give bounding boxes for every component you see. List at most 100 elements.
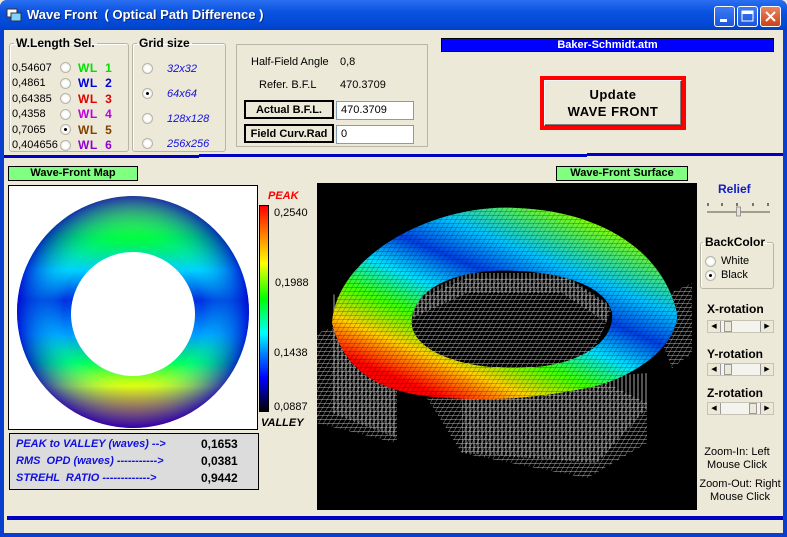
field-curv-rad-input[interactable]: 0 xyxy=(336,125,414,144)
wavelength-radio[interactable] xyxy=(60,124,71,135)
y-rotation-thumb[interactable] xyxy=(724,364,733,375)
wavelength-option[interactable]: 0,64385 WL 3 xyxy=(12,91,112,106)
wave-front-surface-title: Wave-Front Surface xyxy=(556,166,688,181)
minimize-icon xyxy=(720,19,727,22)
color-scale-bar xyxy=(259,205,269,412)
maximize-icon xyxy=(741,10,754,22)
close-icon xyxy=(765,11,776,22)
scale-valley-label: VALLEY xyxy=(261,417,304,429)
y-rotation-right-arrow[interactable]: ▶ xyxy=(760,364,773,375)
z-rotation-thumb[interactable] xyxy=(748,403,757,414)
wave-front-surface-view[interactable] xyxy=(317,183,697,510)
grid-size-radio[interactable] xyxy=(142,138,153,149)
field-curv-rad-label: Field Curv.Rad xyxy=(244,124,334,143)
z-rotation-scrollbar[interactable]: ◀ ▶ xyxy=(707,402,774,415)
half-field-angle-label: Half-Field Angle xyxy=(251,56,329,68)
y-rotation-label: Y-rotation xyxy=(707,347,763,361)
zoom-in-hint: Zoom-In: Left Mouse Click xyxy=(702,446,772,472)
x-rotation-left-arrow[interactable]: ◀ xyxy=(708,321,721,332)
maximize-button[interactable] xyxy=(737,6,758,27)
relief-label: Relief xyxy=(718,182,751,196)
grid-size-option[interactable]: 256x256 xyxy=(142,136,209,151)
grid-size-option[interactable]: 64x64 xyxy=(142,86,197,101)
update-wave-front-button[interactable]: Update WAVE FRONT xyxy=(544,80,682,126)
y-rotation-scrollbar[interactable]: ◀ ▶ xyxy=(707,363,774,376)
grid-size-option[interactable]: 128x128 xyxy=(142,111,209,126)
zoom-in-hint-line1: Zoom-In: Left xyxy=(704,446,770,458)
relief-slider-thumb[interactable] xyxy=(736,206,741,217)
wavelength-radio[interactable] xyxy=(60,93,71,104)
z-rotation-left-arrow[interactable]: ◀ xyxy=(708,403,721,414)
x-rotation-scrollbar[interactable]: ◀ ▶ xyxy=(707,320,774,333)
x-rotation-right-arrow[interactable]: ▶ xyxy=(760,321,773,332)
wavelength-option[interactable]: 0,7065 WL 5 xyxy=(12,122,112,137)
wave-front-ring-edge xyxy=(17,196,250,428)
x-rotation-thumb[interactable] xyxy=(724,321,733,332)
wavelength-radio[interactable] xyxy=(60,62,71,73)
peak-to-valley-value: 0,1653 xyxy=(201,437,238,451)
grid-size-radio[interactable] xyxy=(142,88,153,99)
wavelength-value: 0,7065 xyxy=(12,123,46,136)
grid-size-label: 32x32 xyxy=(167,62,197,75)
z-rotation-right-arrow[interactable]: ▶ xyxy=(760,403,773,414)
relief-slider[interactable] xyxy=(706,200,772,218)
wavelength-option[interactable]: 0,4861 WL 2 xyxy=(12,76,112,91)
wavelength-value: 0,4861 xyxy=(12,77,46,89)
strehl-ratio-label: STREHL RATIO -------------> xyxy=(16,472,157,484)
grid-size-label: 64x64 xyxy=(167,87,197,100)
wave-front-map[interactable] xyxy=(8,185,258,430)
top-divider-middle xyxy=(199,154,587,157)
grid-size-radio[interactable] xyxy=(142,113,153,124)
grid-size-label: 256x256 xyxy=(167,137,210,150)
zoom-in-hint-line2: Mouse Click xyxy=(707,459,767,471)
zoom-out-hint-line1: Zoom-Out: Right xyxy=(699,478,781,490)
backcolor-black-radio[interactable] xyxy=(705,269,716,281)
wave-front-map-image xyxy=(17,196,250,428)
backcolor-black-label: Black xyxy=(721,269,748,281)
z-rotation-label: Z-rotation xyxy=(707,386,763,400)
wavelength-radio[interactable] xyxy=(60,77,71,89)
wavelength-label: WL 4 xyxy=(78,107,113,121)
strehl-ratio-value: 0,9442 xyxy=(201,471,238,485)
grid-size-group-title: Grid size xyxy=(139,36,190,50)
zoom-out-hint-line2: Mouse Click xyxy=(710,491,770,503)
backcolor-white-option[interactable]: White xyxy=(705,255,749,267)
app-window: Wave Front ( Optical Path Difference ) W… xyxy=(0,0,787,537)
y-rotation-left-arrow[interactable]: ◀ xyxy=(708,364,721,375)
grid-size-radio[interactable] xyxy=(142,63,153,74)
close-button[interactable] xyxy=(760,6,781,27)
backcolor-group-title: BackColor xyxy=(705,235,766,249)
rms-opd-value: 0,0381 xyxy=(201,454,238,468)
minimize-button[interactable] xyxy=(714,6,735,27)
grid-size-label: 128x128 xyxy=(167,112,210,125)
wavelength-value: 0,4358 xyxy=(12,108,46,120)
wavelength-radio[interactable] xyxy=(60,139,71,151)
file-name-bar: Baker-Schmidt.atm xyxy=(441,38,774,52)
app-icon xyxy=(6,8,22,22)
title-bar[interactable]: Wave Front ( Optical Path Difference ) xyxy=(0,0,787,30)
update-button-line1: Update xyxy=(589,87,637,102)
scale-tick-1: 0,2540 xyxy=(274,207,308,219)
scale-tick-4: 0,0887 xyxy=(274,401,308,413)
bottom-divider xyxy=(7,516,783,520)
actual-bfl-input[interactable]: 470.3709 xyxy=(336,101,414,120)
half-field-angle-value: 0,8 xyxy=(340,56,356,68)
peak-to-valley-label: PEAK to VALLEY (waves) --> xyxy=(16,438,166,450)
wavelength-label: WL 2 xyxy=(78,76,113,90)
rms-opd-label: RMS OPD (waves) -----------> xyxy=(16,455,164,467)
backcolor-black-option[interactable]: Black xyxy=(705,269,748,281)
update-button-line2: WAVE FRONT xyxy=(567,104,659,119)
relief-slider-ticks xyxy=(707,203,769,206)
wavelength-value: 0,404656 xyxy=(12,139,58,151)
wave-front-map-title: Wave-Front Map xyxy=(8,166,138,181)
wavelength-option[interactable]: 0,404656 WL 6 xyxy=(12,138,112,153)
top-divider-left xyxy=(4,155,199,158)
client-area: W.Length Sel. 0,54607 WL 1 0,4861 WL 2 0,643… xyxy=(4,30,783,533)
wavelength-option[interactable]: 0,4358 WL 4 xyxy=(12,107,112,122)
wavelength-value: 0,64385 xyxy=(12,92,52,105)
wavelength-radio[interactable] xyxy=(60,108,71,120)
wavelength-option[interactable]: 0,54607 WL 1 xyxy=(12,60,112,75)
backcolor-white-radio[interactable] xyxy=(705,255,716,267)
wavelength-label: WL 5 xyxy=(78,122,113,137)
grid-size-option[interactable]: 32x32 xyxy=(142,61,197,76)
